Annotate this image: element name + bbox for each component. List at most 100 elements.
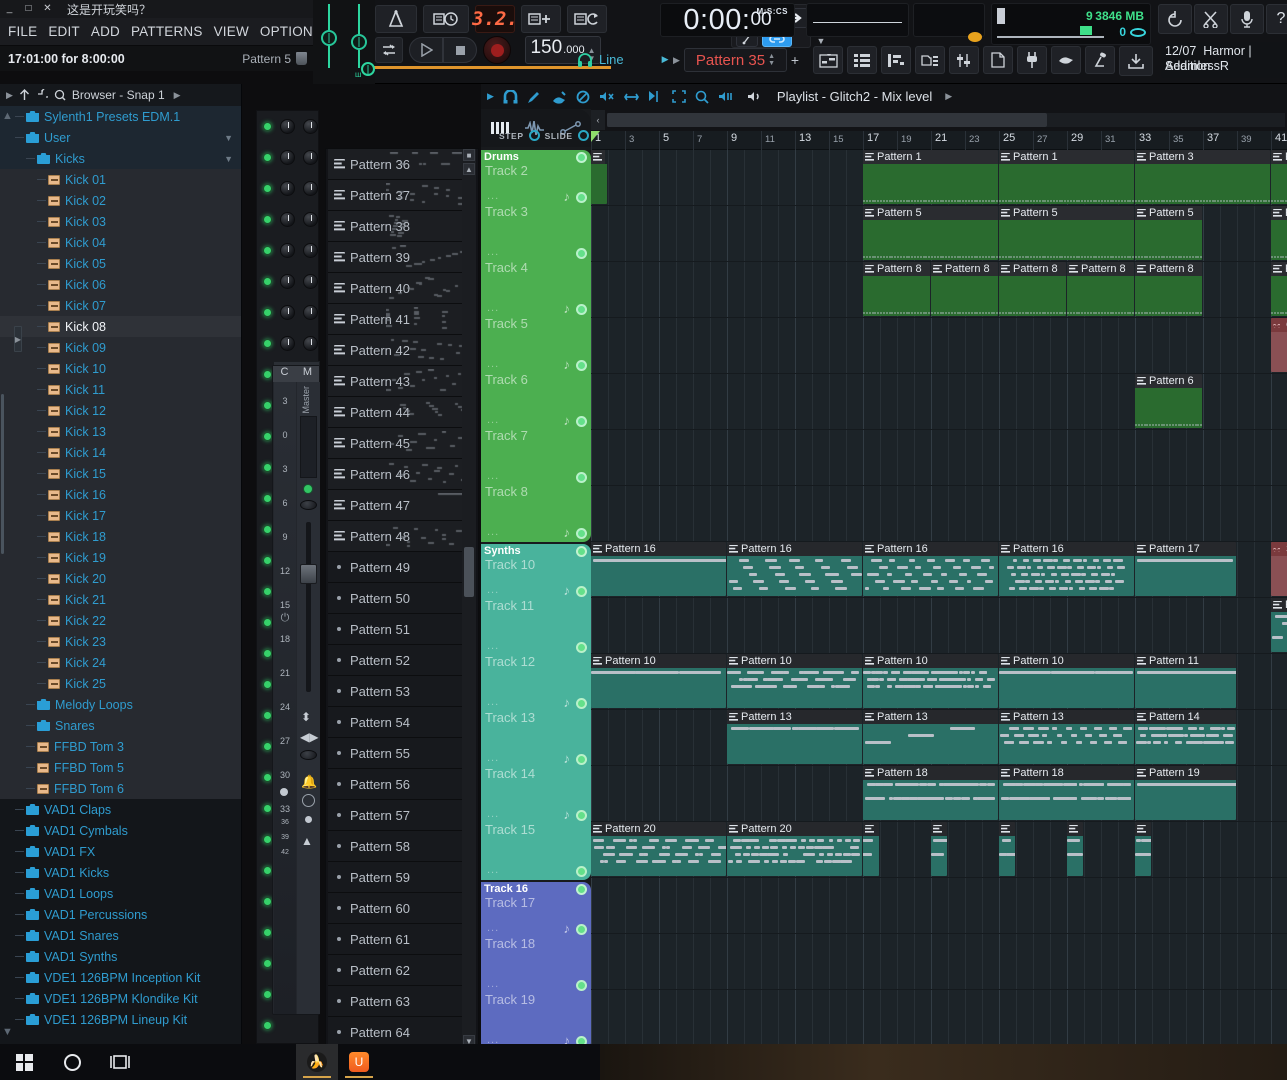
channel-pan-knob[interactable] <box>280 305 295 320</box>
pattern-row[interactable]: Pattern 47 <box>328 490 476 521</box>
channel-pan-knob[interactable] <box>280 181 295 196</box>
track-header[interactable]: Track 19... ♪ <box>481 992 591 1044</box>
clock-icon[interactable] <box>302 794 315 807</box>
browser-file-kick-08[interactable]: Kick 08 <box>0 316 241 337</box>
browser-folder-vad1-fx[interactable]: VAD1 FX <box>0 841 241 862</box>
browser-scroll-up-icon[interactable]: ▲ <box>2 110 13 122</box>
playlist-grid[interactable]: Pattern 1Pattern 1Pattern 3Pattern 3Patt… <box>591 150 1287 1044</box>
pattern-row[interactable]: Pattern 56 <box>328 769 476 800</box>
playlist-clip[interactable]: Pattern 20 <box>591 822 726 876</box>
track-menu-dots[interactable]: ... <box>487 414 499 426</box>
headphone-small-icon[interactable]: ⏻ <box>274 612 296 624</box>
playlist-window-icon[interactable] <box>813 46 843 74</box>
playlist-clip[interactable]: Pattern 20 <box>727 822 862 876</box>
track-header[interactable]: Track 6... ♪ <box>481 372 591 430</box>
playlist-clip[interactable] <box>863 822 879 876</box>
browser-file-kick-18[interactable]: Kick 18 <box>0 526 241 547</box>
snap-caret-icon[interactable]: ▶ <box>662 54 669 65</box>
channel-row[interactable] <box>257 173 318 204</box>
loop-record-icon[interactable] <box>567 5 607 33</box>
channel-enable-led[interactable] <box>263 525 272 534</box>
channel-enable-led[interactable] <box>263 153 272 162</box>
channel-enable-led[interactable] <box>263 494 272 503</box>
track-enable-led[interactable] <box>576 924 587 935</box>
slide-toggle[interactable] <box>577 130 589 141</box>
song-position-handle[interactable] <box>361 62 375 76</box>
channel-enable-led[interactable] <box>263 401 272 410</box>
channel-enable-led[interactable] <box>263 959 272 968</box>
add-step-icon[interactable] <box>521 5 561 33</box>
track-header[interactable]: Track 17... ♪ <box>481 882 591 938</box>
pattern-selector[interactable]: ▶ Pattern 35 ▲ ▼ + <box>673 48 799 72</box>
help-icon[interactable]: ? <box>1266 4 1287 34</box>
master-dot-led[interactable] <box>305 816 312 823</box>
playlist-clip[interactable]: Pattern 6 <box>1135 374 1202 428</box>
channel-row[interactable] <box>257 297 318 328</box>
browser-file-kick-03[interactable]: Kick 03 <box>0 211 241 232</box>
track-enable-led[interactable] <box>576 1036 587 1044</box>
track-enable-led[interactable] <box>576 586 587 597</box>
record-button[interactable] <box>483 36 511 64</box>
playlist-clip[interactable] <box>931 822 947 876</box>
track-menu-dots[interactable]: ... <box>487 864 499 876</box>
pattern-row[interactable]: Pattern 39 <box>328 242 476 273</box>
playlist-clip[interactable]: Pattern 17 <box>1135 542 1236 596</box>
browser-file-kick-11[interactable]: Kick 11 <box>0 379 241 400</box>
download-icon[interactable] <box>1119 46 1153 76</box>
browser-folder-vad1-synths[interactable]: VAD1 Synths <box>0 946 241 967</box>
track-lane[interactable] <box>591 486 1287 541</box>
browser-file-kick-12[interactable]: Kick 12 <box>0 400 241 421</box>
browser-folder-user[interactable]: User ▼ <box>0 127 241 148</box>
track-enable-led[interactable] <box>576 810 587 821</box>
channel-row[interactable] <box>257 235 318 266</box>
step-toggle[interactable] <box>528 130 540 141</box>
channel-enable-led[interactable] <box>263 773 272 782</box>
track-header[interactable]: Track 10... ♪ <box>481 544 591 600</box>
stereo-width-icon[interactable]: ◀▶ <box>300 730 318 744</box>
pattern-row[interactable]: Pattern 37 <box>328 180 476 211</box>
pattern-row[interactable]: Pattern 38 <box>328 211 476 242</box>
channel-enable-led[interactable] <box>263 928 272 937</box>
browser-folder-sylenth1-presets-edm-1[interactable]: Sylenth1 Presets EDM.1 <box>0 106 241 127</box>
browser-file-kick-15[interactable]: Kick 15 <box>0 463 241 484</box>
playlist-clip[interactable]: Pattern 10 <box>863 654 998 708</box>
channel-pan-knob[interactable] <box>280 119 295 134</box>
track-header[interactable]: Track 13... ♪ <box>481 710 591 768</box>
browser-folder-kicks[interactable]: Kicks ▼ <box>0 148 241 169</box>
pattern-row[interactable]: Pattern 62 <box>328 955 476 986</box>
channel-enable-led[interactable] <box>263 246 272 255</box>
track-lane[interactable] <box>591 990 1287 1044</box>
mixer-col-m[interactable]: M <box>296 366 319 382</box>
playlist-clip[interactable]: Pattern 10 <box>591 654 726 708</box>
channel-enable-led[interactable] <box>263 339 272 348</box>
channel-pan-knob[interactable] <box>280 150 295 165</box>
channel-row[interactable] <box>257 328 318 359</box>
pattern-selector-display[interactable]: Pattern 35 ▲ ▼ <box>683 48 787 72</box>
playlist-clip[interactable]: Pattern 16 <box>999 542 1134 596</box>
pattern-prev-icon[interactable]: ▶ <box>673 55 680 66</box>
playlist-horizontal-scrollbar[interactable]: ‹ <box>591 109 1287 131</box>
scrollbar-track[interactable] <box>607 113 1285 127</box>
fl-studio-app[interactable]: 🍌 <box>296 1044 338 1080</box>
channel-enable-led[interactable] <box>263 184 272 193</box>
maximize-button[interactable]: □ <box>19 1 38 17</box>
track-menu-dots[interactable]: ... <box>487 526 499 538</box>
channel-enable-led[interactable] <box>263 556 272 565</box>
pattern-scroll-thumb[interactable] <box>464 547 474 597</box>
pattern-row[interactable]: Pattern 48 <box>328 521 476 552</box>
metronome-icon[interactable] <box>375 5 417 33</box>
channel-enable-led[interactable] <box>263 587 272 596</box>
channel-rack-icon[interactable] <box>847 46 877 74</box>
browser-next-icon[interactable]: ▶ <box>174 90 181 101</box>
pattern-row[interactable]: Pattern 55 <box>328 738 476 769</box>
browser-file-ffbd-tom-5[interactable]: FFBD Tom 5 <box>0 757 241 778</box>
playlist-clip[interactable] <box>999 822 1015 876</box>
pattern-row[interactable]: Pattern 41 <box>328 304 476 335</box>
track-menu-dots[interactable]: ... <box>487 584 499 596</box>
browser-file-kick-13[interactable]: Kick 13 <box>0 421 241 442</box>
track-menu-dots[interactable]: ... <box>487 922 499 934</box>
cortana-circle-icon[interactable] <box>48 1044 96 1080</box>
playlist-clip[interactable]: Pattern 18 <box>863 766 998 820</box>
channel-enable-led[interactable] <box>263 804 272 813</box>
browser-scrollbar-thumb[interactable] <box>1 394 4 554</box>
